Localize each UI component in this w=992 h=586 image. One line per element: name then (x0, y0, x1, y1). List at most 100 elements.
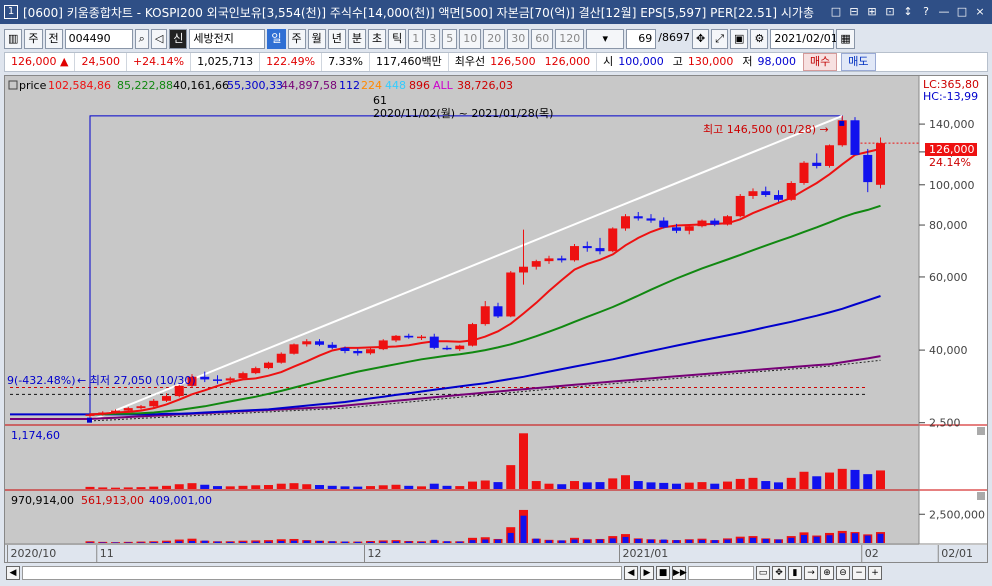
help-icon[interactable]: ? (918, 4, 934, 20)
trade-tick-label: 2,500,000 (929, 508, 985, 521)
chart-svg[interactable]: 40,00060,00080,000100,000120,000140,0002… (5, 76, 987, 562)
interval-10[interactable]: 10 (459, 29, 482, 49)
panel-close-icon[interactable] (977, 427, 985, 435)
pan-icon[interactable]: ✥ (772, 566, 786, 580)
volume-bar (123, 487, 133, 489)
period-count: 61 (373, 94, 387, 107)
window-number: 1 (4, 5, 18, 19)
window-option-icon[interactable]: □ (828, 4, 844, 20)
zoom-box-icon[interactable]: ▭ (756, 566, 770, 580)
volume-bar (136, 487, 146, 489)
display-count-input[interactable]: 69 (626, 29, 657, 49)
speaker-icon[interactable]: ◁ (150, 29, 168, 49)
close-button[interactable]: × (972, 4, 988, 20)
prev-button[interactable]: 전 (44, 29, 63, 49)
sell-button[interactable]: 매도 (841, 53, 876, 71)
candle-body (162, 396, 171, 401)
save-icon[interactable]: ▣ (730, 29, 749, 49)
low-label: 저 (742, 55, 753, 68)
candle-body (697, 220, 707, 227)
trade-bar-sell (520, 515, 527, 543)
best-quote-label: 최우선 (454, 55, 486, 68)
trade-bar-sell (138, 542, 144, 543)
tab-second[interactable]: 초 (368, 29, 387, 49)
candle-body (646, 218, 656, 221)
period-select[interactable]: 주 (24, 29, 43, 49)
volume-bar (289, 483, 299, 489)
window-resize-icon[interactable]: ↕ (900, 4, 916, 20)
maximize-button[interactable]: □ (954, 4, 970, 20)
volume-bar (544, 483, 554, 489)
expand-icon[interactable]: + (868, 566, 882, 580)
low-marker-prefix: 9(-432.48%) (7, 374, 76, 387)
volume-bar (429, 483, 439, 489)
tool-drag-icon[interactable]: ✥ (692, 29, 710, 49)
stock-name-field[interactable]: 세방전지 (189, 29, 266, 49)
chart-area[interactable]: 40,00060,00080,000100,000120,000140,0002… (4, 75, 988, 563)
candle-body (429, 336, 439, 348)
chart-scroll-bar: ◀ ◀ ▶ ■ ▶▶ ▭ ✥ ▮ → ⊕ ⊖ − + (4, 564, 988, 582)
interval-3[interactable]: 3 (425, 29, 441, 49)
minimize-button[interactable]: — (936, 4, 952, 20)
tab-minute[interactable]: 분 (347, 29, 367, 49)
panel-close-icon[interactable] (977, 492, 985, 500)
volume-bar (340, 486, 350, 489)
speed-slider[interactable] (688, 566, 754, 580)
trade-bar-sell (546, 540, 552, 543)
play-back-icon[interactable]: ◀ (624, 566, 638, 580)
stock-code-input[interactable]: 004490 (64, 29, 133, 49)
date-input[interactable]: 2021/02/01 (770, 29, 838, 49)
candle-body (531, 261, 541, 267)
interval-20[interactable]: 20 (483, 29, 506, 49)
volume-bar (659, 482, 669, 489)
trade-bar-sell (609, 538, 616, 543)
zoom-out-icon[interactable]: ⊖ (836, 566, 850, 580)
stop-icon[interactable]: ■ (656, 566, 670, 580)
window-split-icon[interactable]: ⊟ (846, 4, 862, 20)
scroll-track[interactable] (22, 566, 622, 580)
interval-1[interactable]: 1 (408, 29, 424, 49)
tab-week[interactable]: 주 (287, 29, 306, 49)
volume-bar (774, 482, 783, 489)
tab-tick[interactable]: 틱 (388, 29, 407, 49)
volume-bar (876, 470, 885, 489)
zoom-in-icon[interactable]: ⊕ (820, 566, 834, 580)
volume-bar (735, 478, 745, 489)
layout-icon[interactable]: ▥ (4, 29, 23, 49)
arrow-right-icon[interactable]: → (804, 566, 818, 580)
time-tick-label: 2021/01 (623, 547, 669, 560)
tab-month[interactable]: 월 (307, 29, 326, 49)
interval-120[interactable]: 120 (555, 29, 585, 49)
candle-body (812, 162, 822, 166)
scroll-left-icon[interactable]: ◀ (6, 566, 20, 580)
trade-bar-sell (469, 540, 476, 543)
window-tile-icon[interactable]: ⊡ (882, 4, 898, 20)
shrink-icon[interactable]: − (852, 566, 866, 580)
trade-amount: 117,460백만 (370, 53, 449, 71)
interval-60[interactable]: 60 (531, 29, 554, 49)
play-icon[interactable]: ▶ (640, 566, 654, 580)
volume-bar (608, 478, 618, 489)
buy-button[interactable]: 매수 (803, 53, 838, 71)
fast-forward-icon[interactable]: ▶▶ (672, 566, 687, 580)
custom-interval-select[interactable]: ▾ (586, 29, 625, 49)
open-price: 100,000 (618, 55, 664, 68)
trade-bar-sell (495, 539, 501, 543)
interval-30[interactable]: 30 (507, 29, 530, 49)
tab-year[interactable]: 년 (327, 29, 346, 49)
legend-v7: 224 (361, 79, 382, 92)
interval-5[interactable]: 5 (442, 29, 458, 49)
tab-day[interactable]: 일 (267, 29, 286, 49)
trade-bar-sell (813, 536, 820, 543)
volume-bar (187, 483, 197, 489)
tool-zoom-icon[interactable]: ⤢ (711, 29, 729, 49)
window-grid-icon[interactable]: ⊞ (864, 4, 880, 20)
search-icon[interactable]: ⌕ (134, 29, 149, 49)
trade-bar-sell (240, 541, 246, 543)
volume-bar (646, 482, 656, 489)
calendar-icon[interactable]: ▦ (836, 29, 855, 49)
volume-bar (468, 481, 477, 489)
gear-icon[interactable]: ⚙ (750, 29, 769, 49)
time-tick-label: 02/01 (941, 547, 973, 560)
bar-icon[interactable]: ▮ (788, 566, 802, 580)
